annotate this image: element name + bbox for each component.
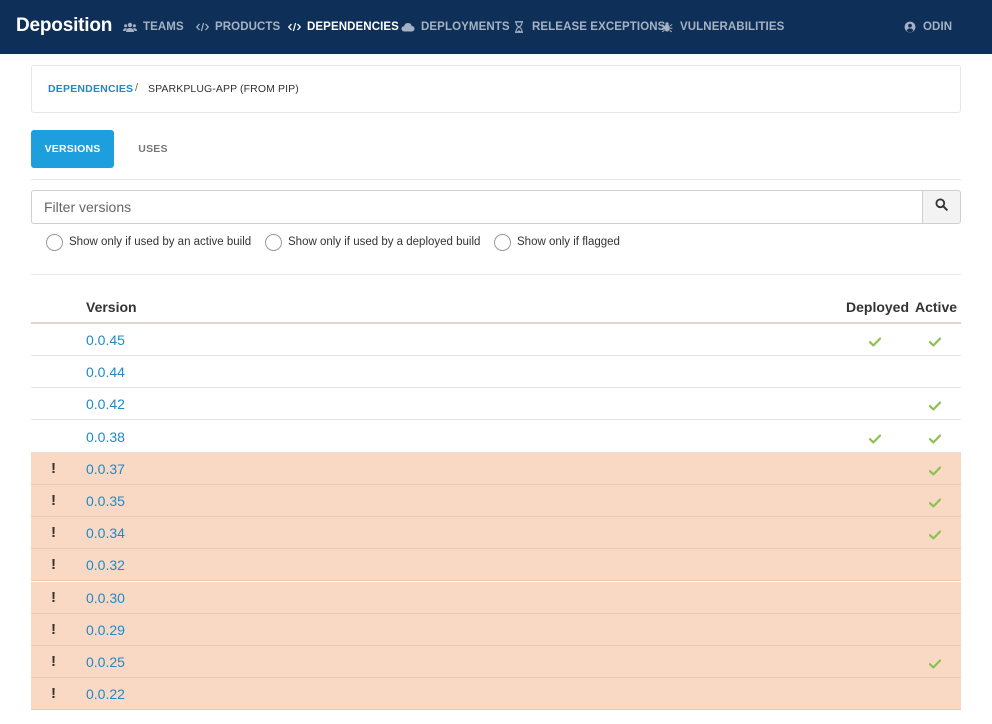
filter-versions-input[interactable] [31, 190, 924, 224]
active-check-icon [928, 656, 942, 674]
active-check-icon [928, 334, 942, 352]
nav-release-exceptions[interactable]: RELEASE EXCEPTIONS [512, 20, 665, 34]
nav-user-label: ODIN [923, 21, 953, 33]
exclamation-icon: ! [51, 653, 56, 670]
column-header-version: Version [86, 299, 137, 315]
breadcrumb: DEPENDENCIES / SPARKPLUG-APP (FROM PIP) [31, 65, 961, 113]
version-link[interactable]: 0.0.37 [86, 461, 125, 477]
column-header-deployed: Deployed [846, 299, 910, 315]
search-icon [935, 198, 948, 216]
deployed-check-icon [868, 431, 882, 449]
table-row: ! 0.0.29 [31, 613, 961, 646]
nav-vulnerabilities[interactable]: VULNERABILITIES [660, 20, 784, 34]
exclamation-icon: ! [51, 459, 56, 477]
tab-versions[interactable]: VERSIONS [31, 130, 114, 168]
version-link[interactable]: 0.0.45 [86, 332, 125, 348]
user-circle-icon [903, 21, 917, 33]
users-icon [123, 22, 137, 33]
active-check-icon [928, 431, 942, 449]
top-navbar: Deposition TEAMS PRODUCTS DEPENDENCIES D… [0, 0, 992, 54]
exclamation-icon: ! [51, 524, 56, 542]
nav-teams-label: TEAMS [143, 21, 184, 33]
hourglass-icon [512, 21, 526, 33]
table-row: ! 0.0.34 [31, 517, 961, 550]
table-row: 0.0.42 [31, 388, 961, 421]
table-row: 0.0.45 [31, 324, 961, 356]
nav-teams[interactable]: TEAMS [123, 20, 184, 34]
bug-icon [660, 21, 674, 33]
table-row: 0.0.44 [31, 356, 961, 389]
nav-dependencies-label: DEPENDENCIES [307, 21, 399, 33]
active-check-icon [928, 527, 942, 545]
table-row: ! 0.0.30 [31, 581, 961, 614]
radio-circle[interactable] [46, 233, 63, 251]
nav-deployments-label: DEPLOYMENTS [421, 21, 510, 33]
nav-dependencies[interactable]: DEPENDENCIES [287, 20, 399, 34]
radio-circle[interactable] [265, 233, 282, 251]
code-icon [195, 22, 209, 32]
exclamation-icon: ! [51, 588, 56, 606]
nav-vulnerabilities-label: VULNERABILITIES [680, 21, 785, 33]
radio-flagged[interactable]: Show only if flagged [494, 233, 620, 251]
radio-deployed-build[interactable]: Show only if used by a deployed build [265, 233, 480, 251]
version-link[interactable]: 0.0.42 [86, 396, 125, 412]
version-link[interactable]: 0.0.25 [86, 654, 125, 670]
code-icon [287, 22, 301, 32]
breadcrumb-current: SPARKPLUG-APP (FROM PIP) [148, 83, 299, 95]
radio-active-build-label: Show only if used by an active build [69, 236, 252, 248]
version-link[interactable]: 0.0.29 [86, 622, 125, 638]
version-link[interactable]: 0.0.38 [86, 429, 125, 445]
active-check-icon [928, 495, 942, 513]
version-link[interactable]: 0.0.30 [86, 590, 125, 606]
exclamation-icon: ! [51, 492, 56, 509]
tabs-divider [31, 179, 961, 180]
radio-circle[interactable] [494, 233, 511, 251]
tab-uses[interactable]: USES [124, 130, 182, 168]
cloud-icon [401, 22, 415, 32]
nav-deployments[interactable]: DEPLOYMENTS [401, 20, 510, 34]
nav-user[interactable]: ODIN [903, 20, 952, 34]
brand-logo[interactable]: Deposition [16, 15, 112, 37]
breadcrumb-dependencies-link[interactable]: DEPENDENCIES [48, 83, 133, 95]
filter-divider [31, 274, 961, 275]
radio-flagged-label: Show only if flagged [517, 236, 620, 248]
version-link[interactable]: 0.0.32 [86, 557, 125, 573]
search-button[interactable] [922, 190, 961, 224]
deployed-check-icon [868, 334, 882, 352]
column-header-active: Active [915, 299, 958, 315]
version-link[interactable]: 0.0.22 [86, 686, 125, 702]
nav-release-exceptions-label: RELEASE EXCEPTIONS [532, 21, 666, 33]
version-link[interactable]: 0.0.35 [86, 493, 125, 509]
nav-products-label: PRODUCTS [215, 21, 281, 33]
active-check-icon [928, 463, 942, 481]
radio-deployed-build-label: Show only if used by a deployed build [288, 236, 481, 248]
table-row: ! 0.0.35 [31, 485, 961, 517]
active-check-icon [928, 398, 942, 416]
exclamation-icon: ! [51, 620, 56, 638]
table-row: ! 0.0.32 [31, 549, 961, 582]
table-row: ! 0.0.37 [31, 452, 961, 485]
table-row: 0.0.38 [31, 421, 961, 453]
exclamation-icon: ! [51, 556, 56, 574]
table-row: ! 0.0.25 [31, 646, 961, 678]
version-link[interactable]: 0.0.34 [86, 525, 125, 541]
breadcrumb-separator: / [135, 82, 139, 94]
table-row: ! 0.0.22 [31, 678, 961, 711]
version-link[interactable]: 0.0.44 [86, 364, 125, 380]
radio-active-build[interactable]: Show only if used by an active build [46, 233, 251, 251]
exclamation-icon: ! [51, 685, 56, 703]
nav-products[interactable]: PRODUCTS [195, 20, 280, 34]
